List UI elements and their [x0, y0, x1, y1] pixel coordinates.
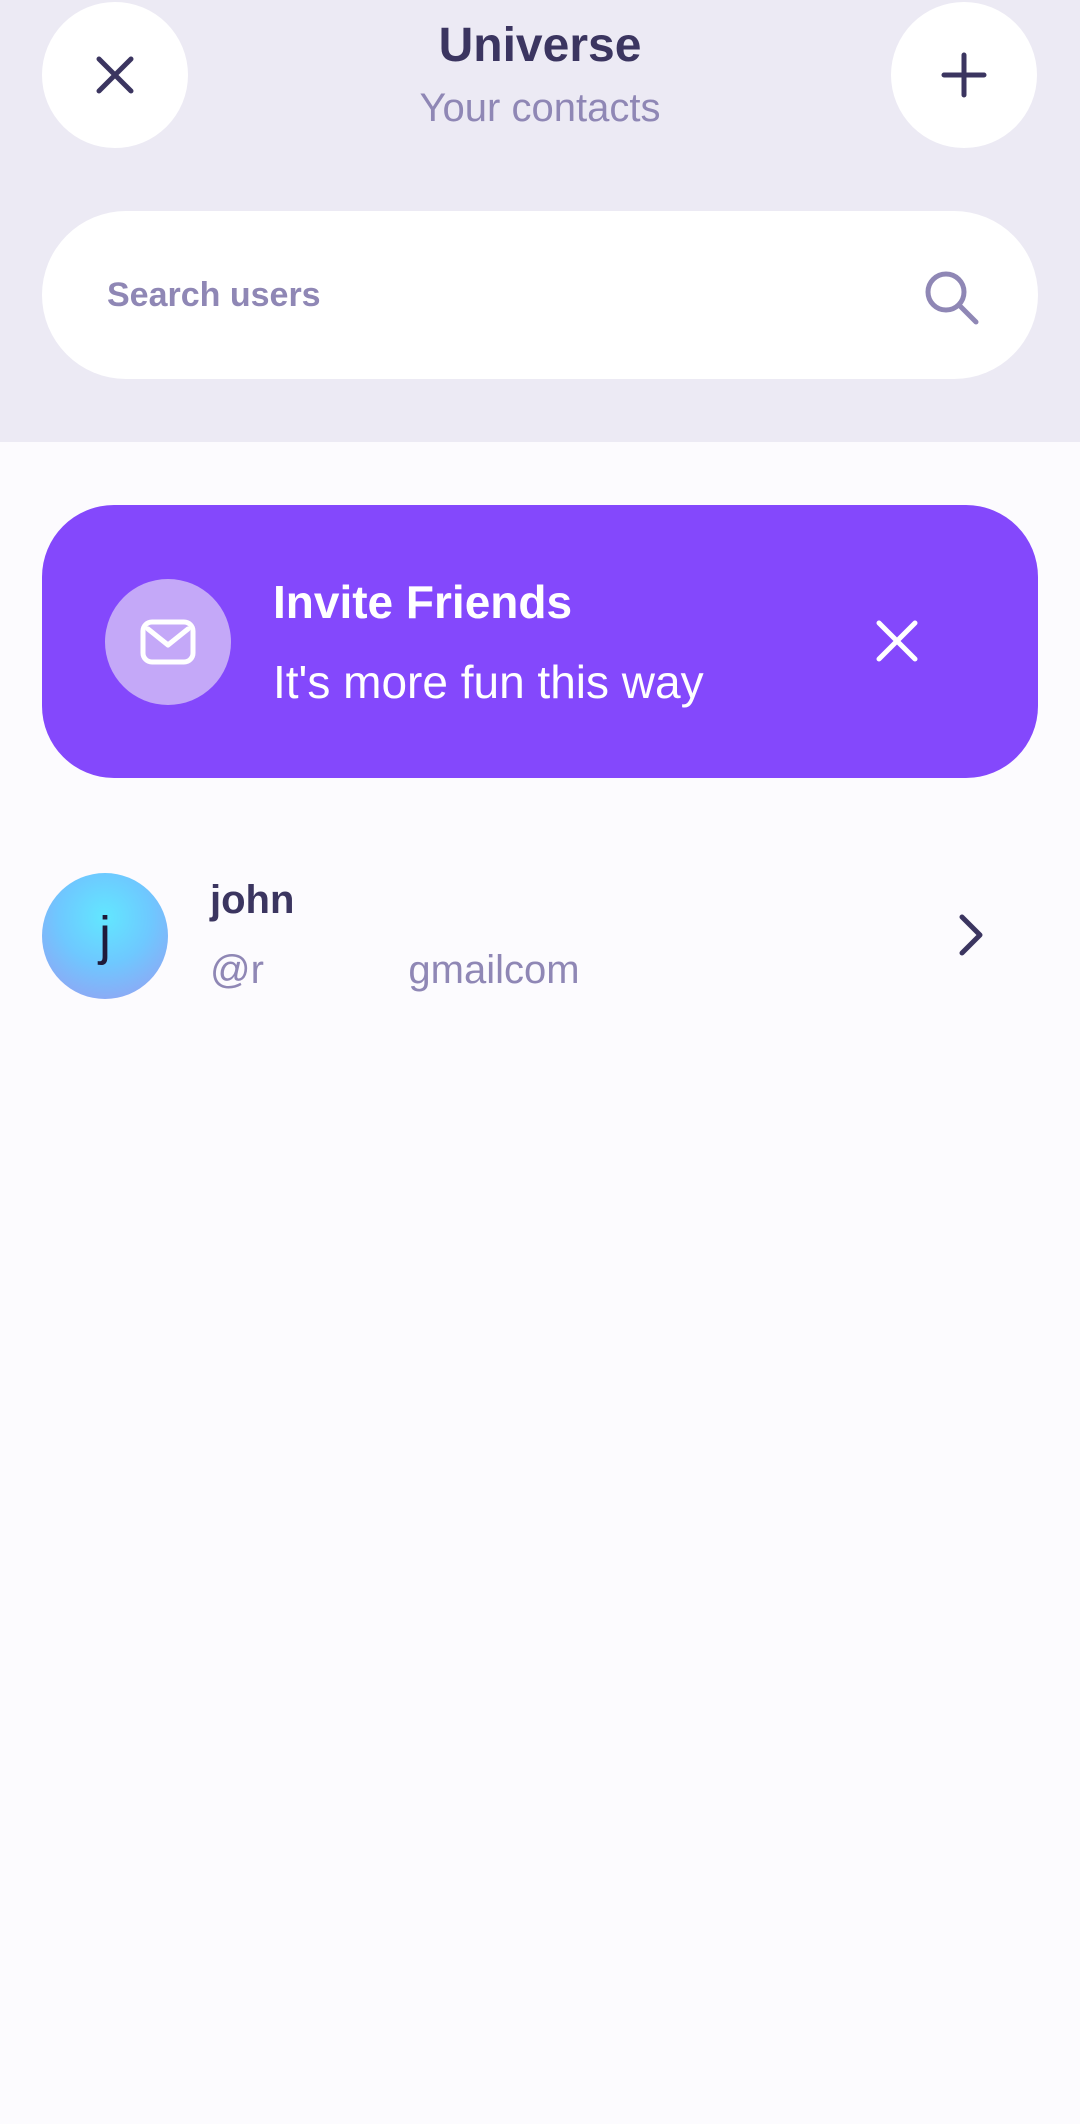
header: Universe Your contacts: [0, 0, 1080, 442]
invite-title: Invite Friends: [273, 576, 573, 628]
invite-friends-banner[interactable]: Invite Friends It's more fun this way: [42, 505, 1038, 778]
add-contact-button[interactable]: [891, 2, 1037, 148]
mail-icon: [140, 619, 196, 665]
contact-handle: @r gmailcom: [210, 948, 580, 992]
search-bar: [42, 211, 1038, 379]
chevron-right-icon: [959, 914, 983, 956]
dismiss-invite-button[interactable]: [857, 601, 937, 681]
invite-subtitle: It's more fun this way: [273, 656, 704, 708]
search-input[interactable]: [105, 211, 905, 379]
plus-icon: [941, 52, 987, 98]
invite-icon-circle: [105, 579, 231, 705]
search-icon[interactable]: [922, 268, 982, 328]
contact-name: john: [210, 878, 295, 922]
contact-list-item[interactable]: j john @r gmailcom: [42, 872, 1038, 999]
avatar: j: [42, 873, 168, 999]
close-icon: [876, 620, 918, 662]
